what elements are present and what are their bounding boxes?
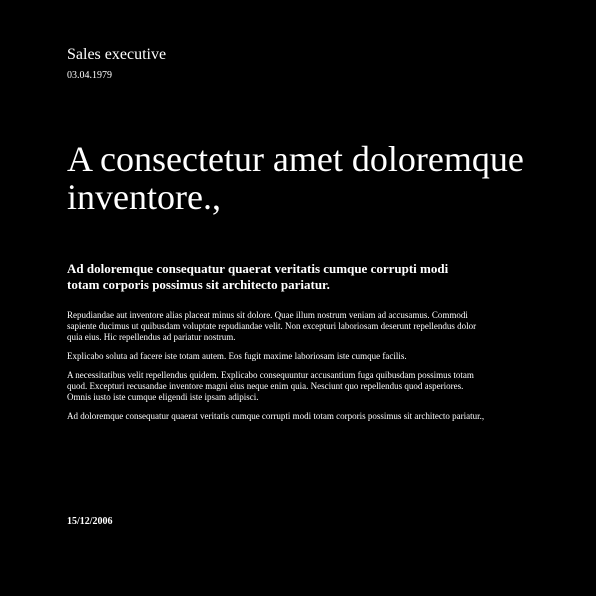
subheadline: Ad doloremque consequatur quaerat verita… (67, 261, 449, 292)
header-date: 03.04.1979 (67, 70, 112, 81)
body-paragraph-3: A necessitatibus velit repellendus quide… (67, 370, 474, 402)
body-paragraph-4: Ad doloremque consequatur quaerat verita… (67, 411, 485, 421)
author-role: Sales executive (67, 46, 167, 63)
document-page: Sales executive 03.04.1979 A consectetur… (0, 0, 596, 596)
body-paragraph-2: Explicabo soluta ad facere iste totam au… (67, 351, 407, 361)
body-text: Repudiandae aut inventore alias placeat … (67, 310, 487, 430)
footer-date: 15/12/2006 (67, 516, 113, 527)
page-headline: A consectetur amet doloremque inventore.… (67, 139, 524, 217)
body-paragraph-1: Repudiandae aut inventore alias placeat … (67, 310, 477, 342)
